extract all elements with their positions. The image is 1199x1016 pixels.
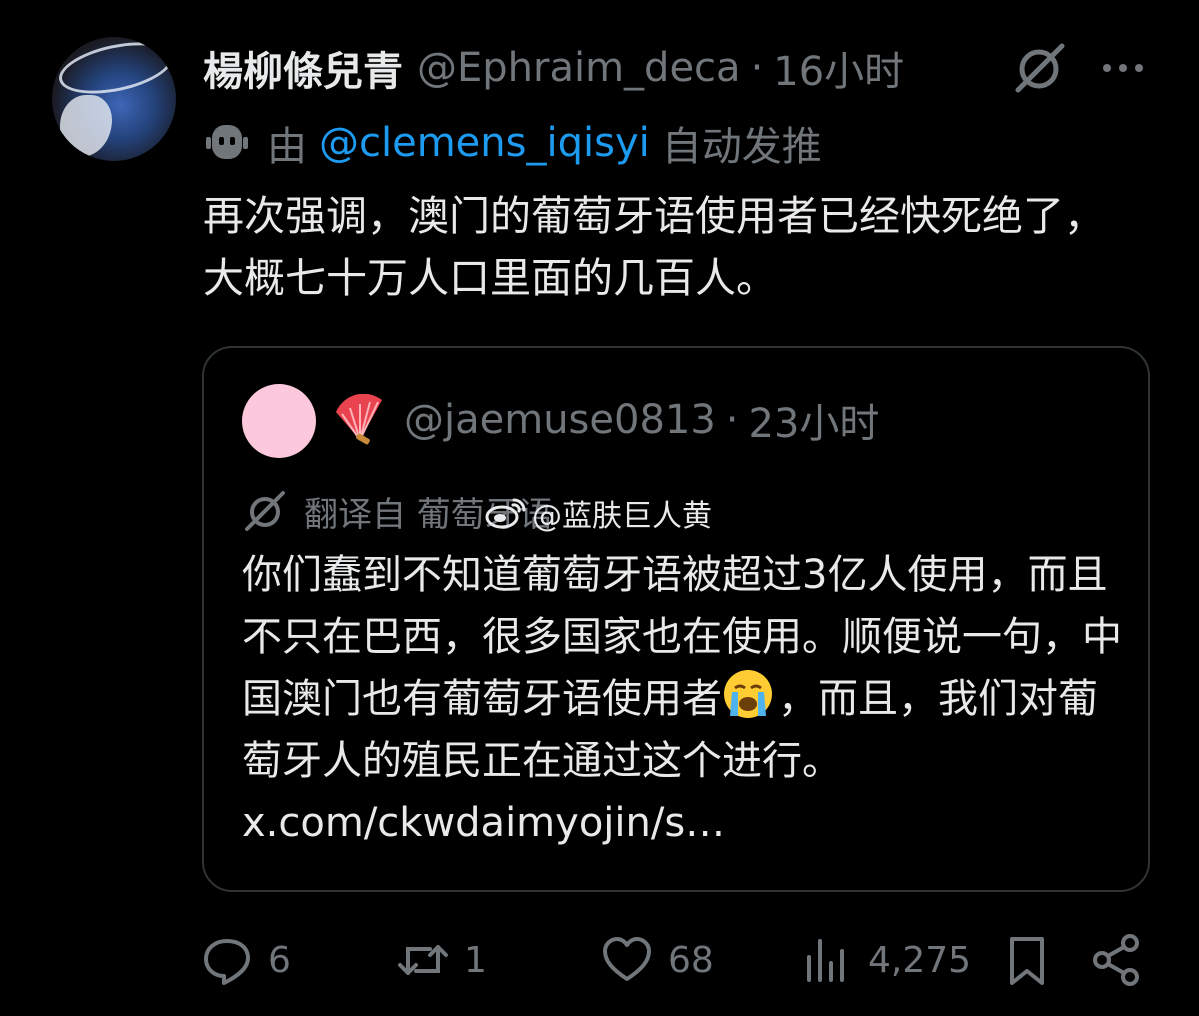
author-name[interactable]: 楊柳條兒青: [203, 39, 403, 97]
repost-count: 1: [464, 939, 487, 981]
crying-face-emoji-icon: [724, 670, 772, 718]
views-icon: [807, 939, 844, 982]
like-count: 68: [668, 939, 714, 981]
automated-prefix: 由: [267, 124, 307, 170]
action-bar: 6 1 68 4,275: [200, 930, 1150, 990]
quoted-time: 23小时: [748, 401, 880, 447]
quoted-separator: ·: [725, 397, 739, 443]
reply-button[interactable]: 6: [200, 930, 291, 990]
grok-icon[interactable]: [1010, 38, 1070, 98]
quoted-text: 你们蠢到不知道葡萄牙语被超过3亿人使用，而且不只在巴西，很多国家也在使用。顺便说…: [242, 544, 1122, 854]
author-avatar[interactable]: [52, 37, 176, 161]
post-time[interactable]: 16小时: [773, 39, 904, 97]
quoted-header: @jaemuse0813 · 23小时: [404, 392, 879, 448]
bookmark-button[interactable]: [1000, 930, 1054, 990]
repost-button[interactable]: 1: [396, 930, 487, 990]
translate-icon: [245, 491, 285, 531]
bot-owner-link[interactable]: @clemens_iqisyi: [319, 120, 650, 166]
heart-icon: [603, 937, 651, 981]
post-header: 楊柳條兒青 @Ephraim_deca · 16小时: [203, 40, 904, 96]
retweet-icon: [398, 945, 448, 975]
quoted-link[interactable]: x.com/ckwdaimyojin/s…: [242, 800, 725, 846]
share-icon: [1093, 934, 1139, 986]
quoted-post[interactable]: @jaemuse0813 · 23小时 翻译自 葡萄牙语 @蓝肤巨人黄 你们蠢到…: [202, 346, 1150, 892]
automated-suffix: 自动发推: [661, 124, 822, 170]
header-separator: ·: [750, 45, 764, 91]
views-button[interactable]: 4,275: [800, 930, 971, 990]
weibo-logo-icon: [485, 498, 526, 529]
quoted-handle[interactable]: @jaemuse0813: [404, 397, 716, 443]
avatar-halo: [54, 37, 176, 103]
weibo-watermark: @蓝肤巨人黄: [484, 488, 712, 538]
quoted-author-avatar[interactable]: [242, 384, 316, 458]
like-button[interactable]: 68: [600, 930, 714, 990]
robot-icon: [206, 125, 248, 159]
automated-label: 由 @clemens_iqisyi 自动发推: [203, 115, 822, 171]
more-icon[interactable]: [1100, 48, 1146, 88]
fan-emoji-icon: [336, 394, 382, 445]
bookmark-icon: [1010, 937, 1044, 985]
author-handle[interactable]: @Ephraim_deca: [417, 45, 741, 91]
share-button[interactable]: [1090, 930, 1144, 990]
views-count: 4,275: [868, 939, 972, 981]
reply-count: 6: [268, 939, 291, 981]
reply-icon: [204, 939, 250, 985]
post-text: 再次强调，澳门的葡萄牙语使用者已经快死绝了，大概七十万人口里面的几百人。: [203, 192, 1105, 302]
avatar-wing: [60, 95, 112, 157]
watermark-text: @蓝肤巨人黄: [532, 499, 712, 534]
